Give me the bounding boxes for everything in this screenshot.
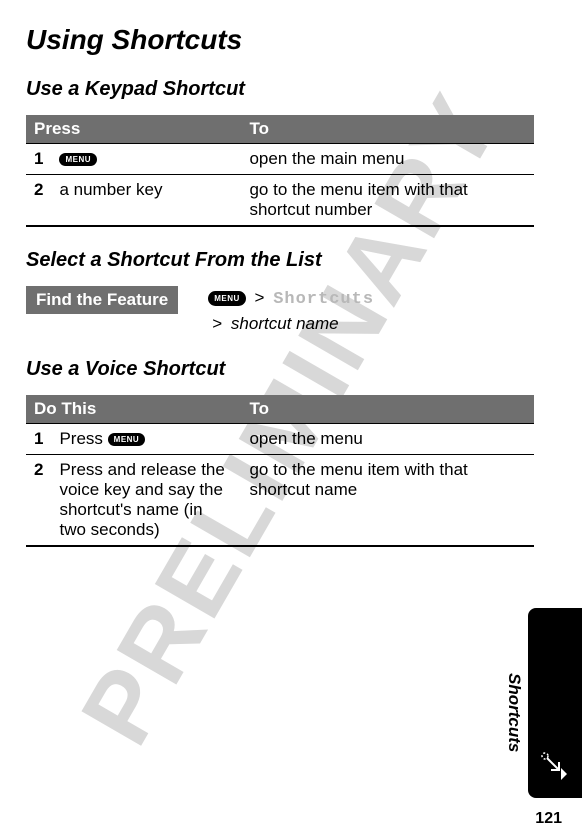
menu-key-icon: MENU (208, 291, 246, 306)
row-press: Press and release the voice key and say … (51, 454, 241, 546)
row-num: 2 (26, 454, 51, 546)
shortcut-icon (537, 748, 573, 784)
page-number: 121 (535, 810, 562, 828)
row-num: 2 (26, 175, 51, 227)
col-press: Press (26, 115, 241, 144)
table-row: 1 Press MENU open the menu (26, 423, 534, 454)
menu-key-icon: MENU (59, 153, 97, 166)
find-feature-path: MENU > Shortcuts > shortcut name (208, 286, 374, 336)
menu-key-icon: MENU (108, 433, 146, 446)
row-to: go to the menu item with that shortcut n… (241, 454, 534, 546)
row-num: 1 (26, 144, 51, 175)
find-feature-label: Find the Feature (26, 286, 178, 314)
voice-shortcut-table: Do This To 1 Press MENU open the menu 2 … (26, 395, 534, 547)
path-shortcut-name: shortcut name (231, 314, 339, 333)
side-section-label: Shortcuts (504, 673, 524, 752)
path-separator: > (255, 288, 265, 307)
section3-heading: Use a Voice Shortcut (26, 358, 534, 381)
table-row: 2 a number key go to the menu item with … (26, 175, 534, 227)
keypad-shortcut-table: Press To 1 MENU open the main menu 2 a n… (26, 115, 534, 227)
page-title: Using Shortcuts (26, 24, 534, 56)
find-feature-row: Find the Feature MENU > Shortcuts > shor… (26, 286, 534, 336)
row-press: MENU (51, 144, 241, 175)
table-header-row: Press To (26, 115, 534, 144)
row-press: a number key (51, 175, 241, 227)
row-to: go to the menu item with that shortcut n… (241, 175, 534, 227)
table-header-row: Do This To (26, 395, 534, 424)
table-row: 1 MENU open the main menu (26, 144, 534, 175)
path-separator: > (212, 314, 222, 333)
row-to: open the main menu (241, 144, 534, 175)
section1-heading: Use a Keypad Shortcut (26, 78, 534, 101)
row-press: Press MENU (51, 423, 241, 454)
col-to: To (241, 395, 534, 424)
side-tab (528, 608, 582, 798)
row-to: open the menu (241, 423, 534, 454)
path-shortcuts: Shortcuts (273, 290, 374, 309)
section2-heading: Select a Shortcut From the List (26, 249, 534, 272)
col-to: To (241, 115, 534, 144)
row-press-text: Press (59, 429, 107, 448)
col-do-this: Do This (26, 395, 241, 424)
row-num: 1 (26, 423, 51, 454)
page-content: Using Shortcuts Use a Keypad Shortcut Pr… (0, 0, 582, 547)
table-row: 2 Press and release the voice key and sa… (26, 454, 534, 546)
